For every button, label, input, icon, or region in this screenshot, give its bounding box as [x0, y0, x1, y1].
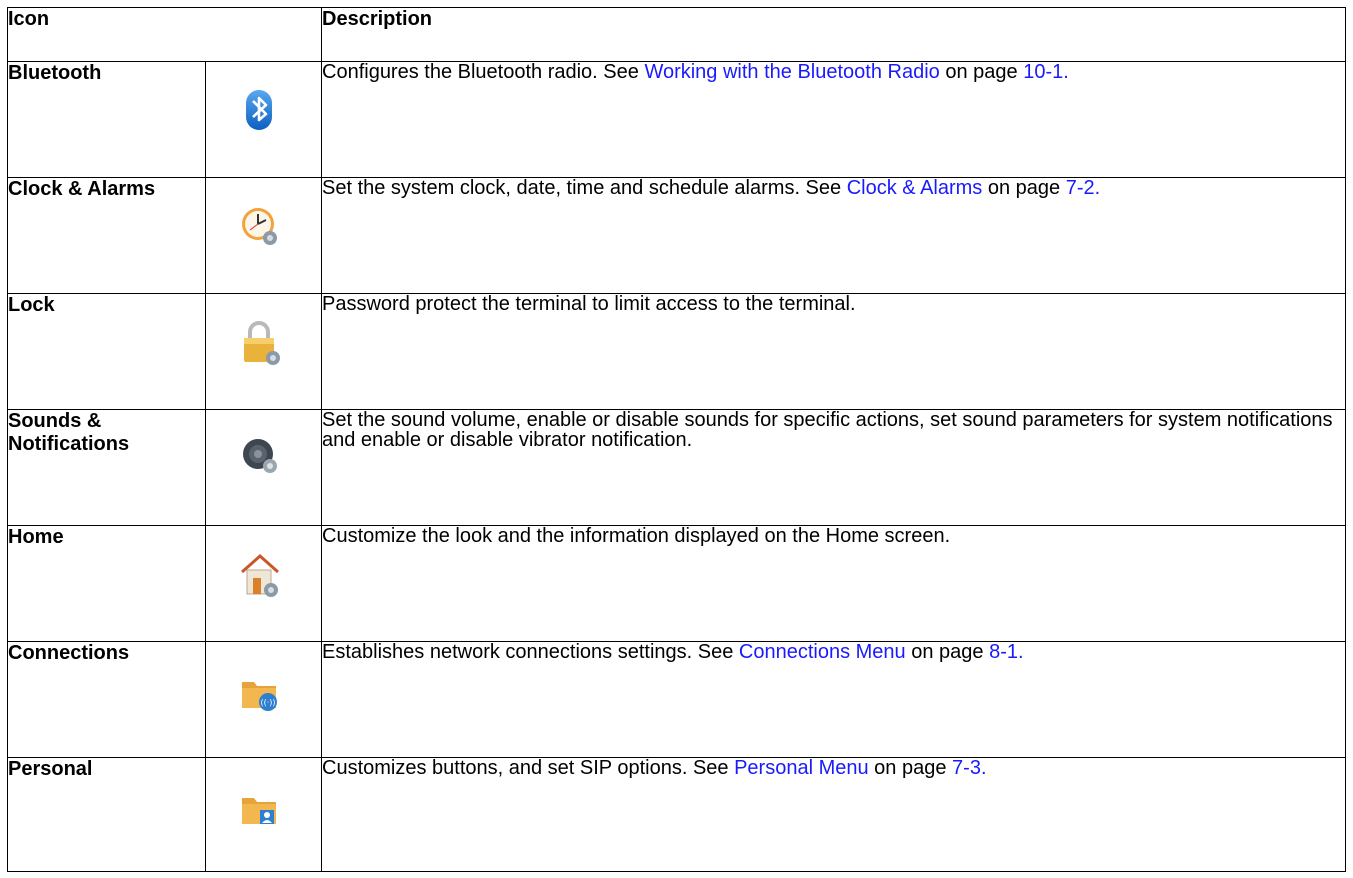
home-settings-icon [238, 548, 282, 600]
page-link[interactable]: 7-2. [1066, 177, 1100, 199]
connections-folder-icon: ((·)) [238, 664, 282, 716]
row-description: Establishes network connections settings… [321, 641, 1346, 758]
row-description: Password protect the terminal to limit a… [321, 293, 1346, 410]
link-clock-alarms[interactable]: Clock & Alarms [847, 177, 983, 199]
svg-text:((·)): ((·)) [260, 698, 275, 707]
page-link[interactable]: 10-1. [1023, 61, 1069, 83]
row-description: Customize the look and the information d… [321, 525, 1346, 642]
header-description: Description [321, 7, 1346, 62]
row-name: Home [7, 525, 206, 642]
table-row: Clock & Alarms Set the system clock, dat… [7, 177, 1346, 294]
page-link[interactable]: 7-3. [952, 757, 986, 779]
bluetooth-icon [238, 84, 282, 136]
row-name: Personal [7, 757, 206, 872]
row-description: Set the sound volume, enable or disable … [321, 409, 1346, 526]
table-row: Home Customize the look and the informat… [7, 525, 1346, 642]
row-name: Sounds & Notifications [7, 409, 206, 526]
page-link[interactable]: 8-1. [989, 641, 1023, 663]
table-row: Bluetooth Configures the Bluetooth radio… [7, 61, 1346, 178]
table-row: Personal Customizes buttons, and set SIP… [7, 757, 1346, 872]
table-row: Connections ((·)) Establishes network co… [7, 641, 1346, 758]
row-name: Lock [7, 293, 206, 410]
link-bluetooth-radio[interactable]: Working with the Bluetooth Radio [644, 61, 939, 83]
row-description: Customizes buttons, and set SIP options.… [321, 757, 1346, 872]
personal-folder-icon [238, 780, 282, 832]
lock-icon [238, 316, 282, 368]
link-connections-menu[interactable]: Connections Menu [739, 641, 906, 663]
link-personal-menu[interactable]: Personal Menu [734, 757, 869, 779]
clock-alarms-icon [238, 200, 282, 252]
row-name: Bluetooth [7, 61, 206, 178]
row-name: Connections [7, 641, 206, 758]
header-icon: Icon [7, 7, 322, 62]
icon-description-table: Icon Description Bluetooth Configures th… [7, 7, 1346, 872]
sounds-notifications-icon [238, 432, 282, 484]
row-description: Configures the Bluetooth radio. See Work… [321, 61, 1346, 178]
table-row: Sounds & Notifications Set the sound vol… [7, 409, 1346, 526]
row-description: Set the system clock, date, time and sch… [321, 177, 1346, 294]
table-header-row: Icon Description [7, 7, 1346, 62]
table-row: Lock Password protect the terminal to li… [7, 293, 1346, 410]
row-name: Clock & Alarms [7, 177, 206, 294]
